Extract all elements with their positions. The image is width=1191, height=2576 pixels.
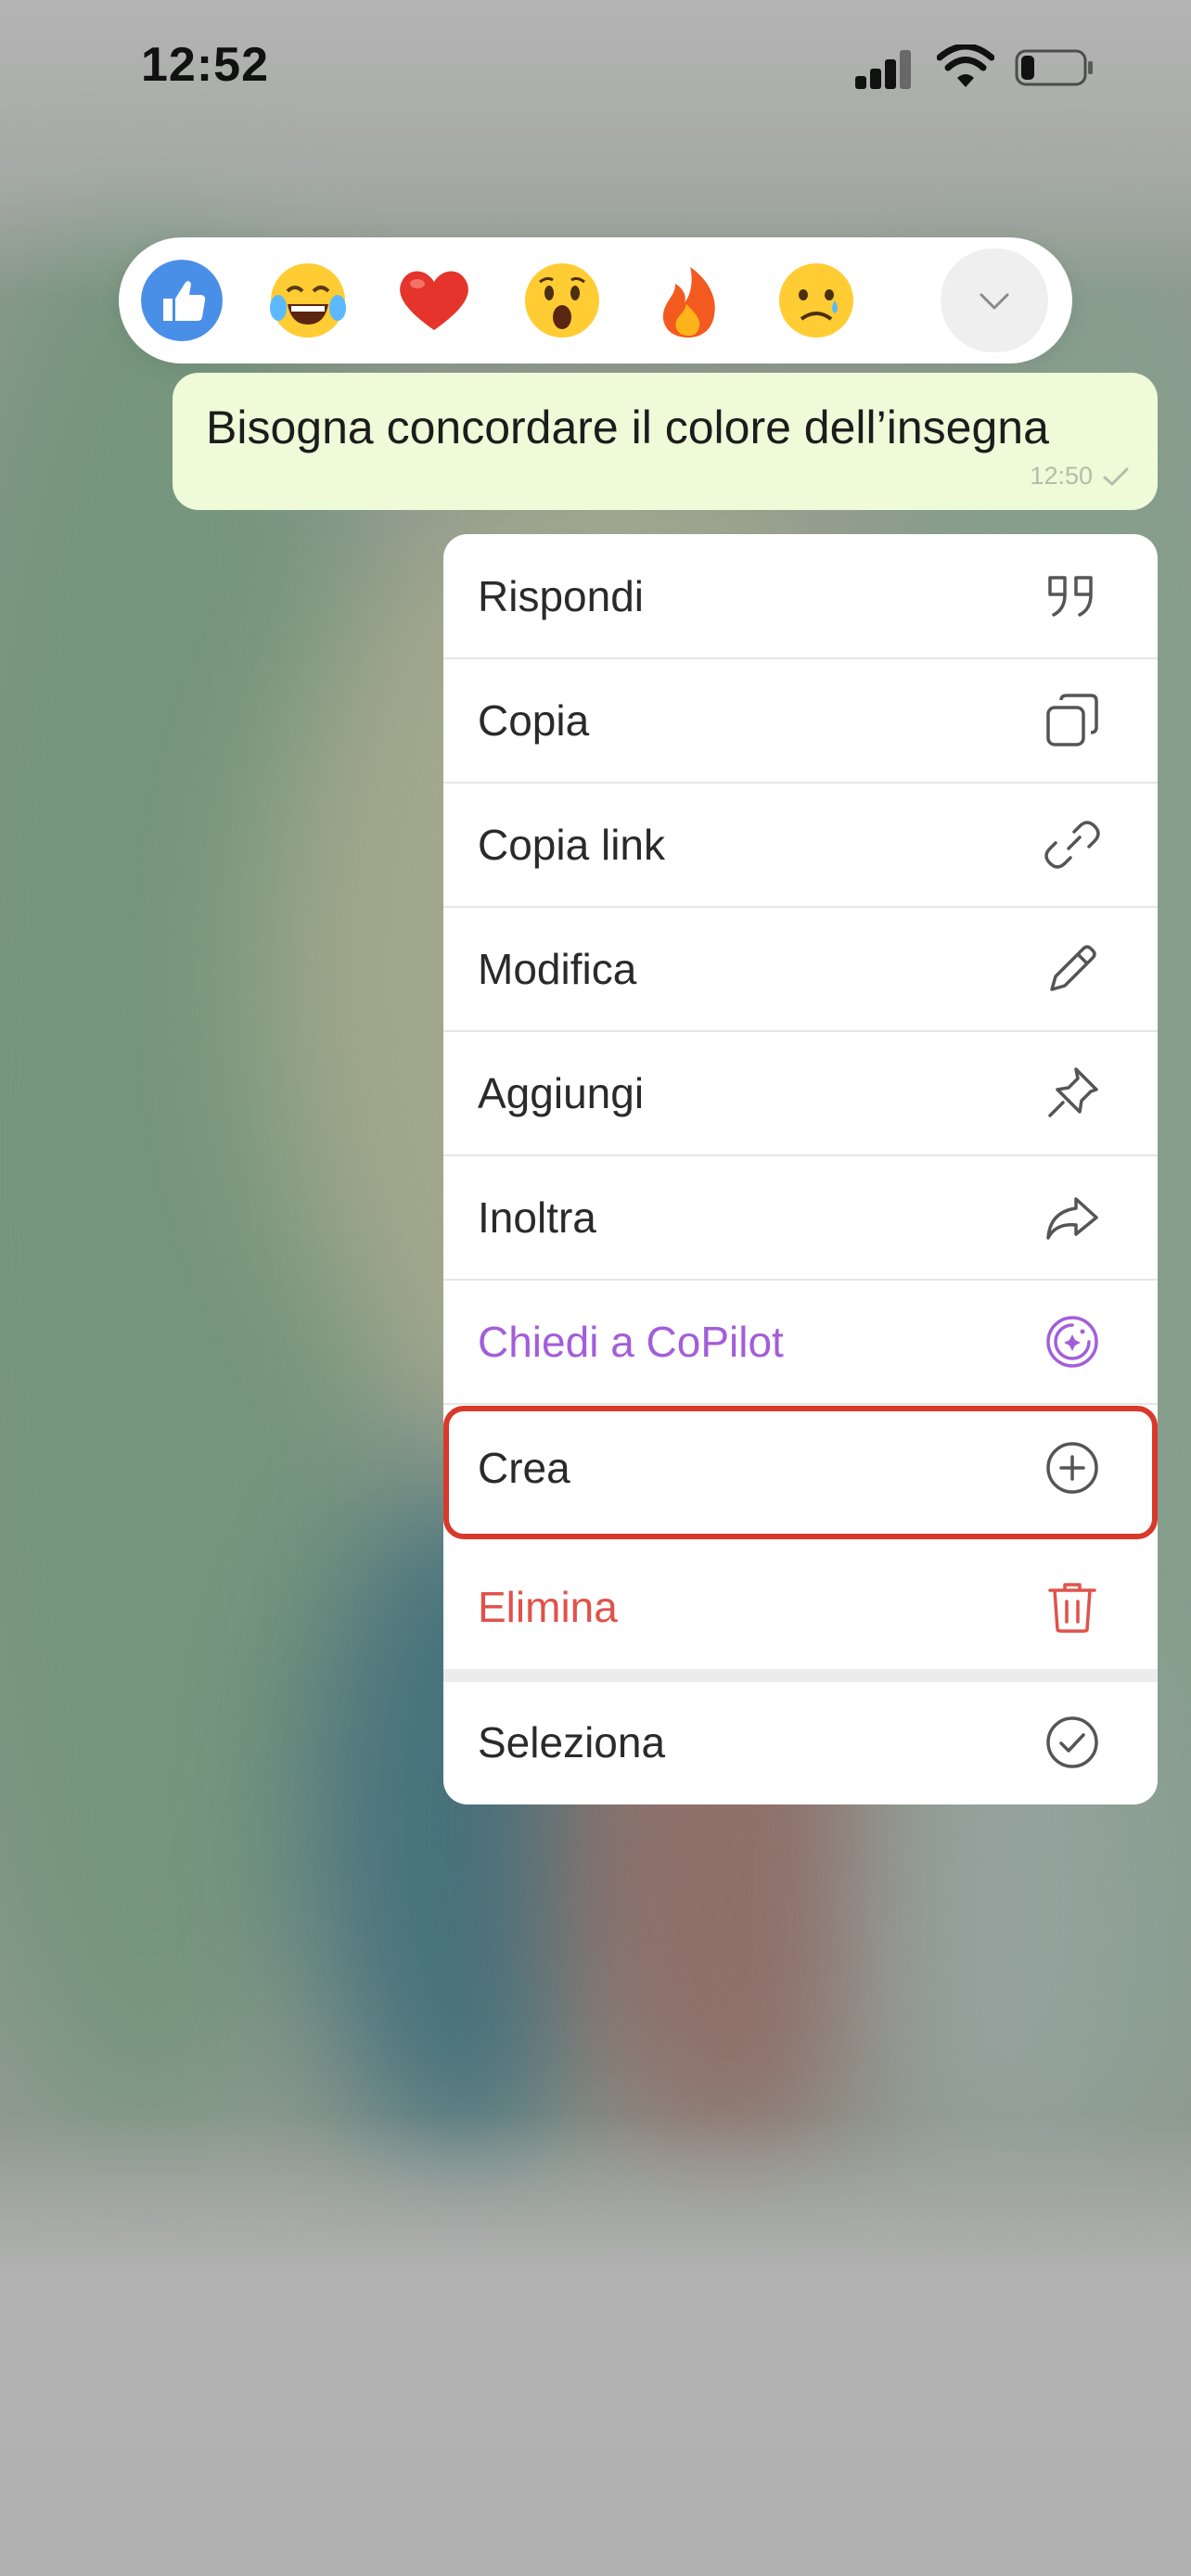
thumbs-up-reaction-icon[interactable]: [141, 260, 223, 341]
menu-item-label: Aggiungi: [478, 1069, 645, 1117]
wifi-icon: [937, 45, 994, 87]
menu-item-label: Rispondi: [478, 572, 644, 620]
menu-item-label: Inoltra: [478, 1193, 596, 1242]
menu-item-label: Seleziona: [478, 1718, 666, 1766]
menu-item-aggiungi[interactable]: Aggiungi: [443, 1031, 1158, 1155]
message-text: Bisogna concordare il colore dell’insegn…: [206, 402, 1049, 453]
pin-icon: [1048, 1067, 1098, 1117]
status-time: 12:52: [141, 38, 269, 92]
menu-item-label: Chiedi a CoPilot: [478, 1318, 784, 1366]
menu-item-elimina[interactable]: Elimina: [443, 1545, 1158, 1669]
menu-item-copia-link[interactable]: Copia link: [443, 783, 1158, 907]
status-bar: 12:52: [0, 0, 1191, 139]
menu-item-rispondi[interactable]: Rispondi: [443, 534, 1158, 658]
menu-item-seleziona[interactable]: Seleziona: [443, 1680, 1158, 1804]
sent-check-icon: [1103, 467, 1129, 485]
quote-icon: [1048, 576, 1093, 617]
message-bubble[interactable]: Bisogna concordare il colore dell’insegn…: [173, 373, 1158, 510]
copy-icon: [1046, 694, 1098, 746]
crea-highlight-outline: [443, 1406, 1158, 1539]
menu-item-label: Copia link: [478, 821, 665, 869]
menu-item-chiedi-a-copilot[interactable]: Chiedi a CoPilot: [443, 1280, 1158, 1404]
menu-item-label: Modifica: [478, 945, 637, 993]
menu-divider: [443, 1403, 1158, 1405]
menu-item-copia[interactable]: Copia: [443, 658, 1158, 783]
more-reactions-button[interactable]: [941, 249, 1048, 352]
message-time: 12:50: [1030, 462, 1093, 490]
menu-item-label: Elimina: [478, 1583, 618, 1631]
chevron-down-icon: [980, 293, 1009, 310]
check-circle-icon: [1046, 1716, 1098, 1768]
link-icon: [1044, 821, 1100, 869]
copilot-icon: [1046, 1316, 1098, 1368]
sad-reaction-icon[interactable]: [775, 260, 857, 341]
menu-item-label: Copia: [478, 696, 590, 745]
reaction-bar: [119, 237, 1072, 363]
menu-item-inoltra[interactable]: Inoltra: [443, 1155, 1158, 1280]
heart-reaction-icon[interactable]: [393, 260, 475, 341]
surprised-reaction-icon[interactable]: [521, 260, 603, 341]
pencil-icon: [1050, 945, 1096, 991]
cellular-signal-icon: [855, 48, 920, 89]
laughing-tears-reaction-icon[interactable]: [267, 260, 349, 341]
battery-icon: [1015, 49, 1093, 86]
fire-reaction-icon[interactable]: [647, 260, 729, 341]
message-context-menu: Rispondi Copia Copia link Modifica Aggiu…: [443, 534, 1158, 1804]
forward-icon: [1046, 1197, 1098, 1240]
trash-icon: [1048, 1583, 1096, 1633]
menu-item-modifica[interactable]: Modifica: [443, 907, 1158, 1031]
message-meta: 12:50: [1030, 462, 1130, 491]
